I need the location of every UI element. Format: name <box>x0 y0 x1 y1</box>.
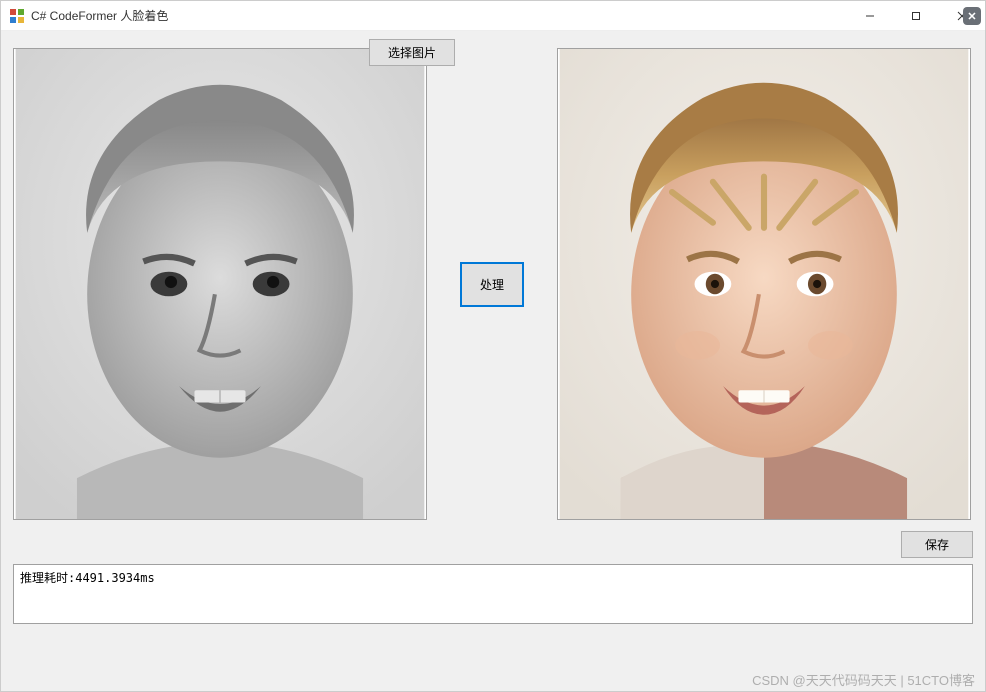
app-icon <box>9 8 25 24</box>
image-row: 处理 <box>13 45 973 523</box>
client-area: 选择图片 <box>1 31 985 691</box>
close-button[interactable]: ✕ <box>939 1 985 31</box>
log-line: 推理耗时:4491.3934ms <box>20 571 155 585</box>
app-window: C# CodeFormer 人脸着色 ✕ 选择图片 <box>0 0 986 692</box>
bottom-toolbar: 保存 <box>13 531 973 558</box>
input-image-box <box>13 48 427 520</box>
output-face-image <box>558 49 970 519</box>
output-image-box <box>557 48 971 520</box>
close-icon: ✕ <box>963 7 981 25</box>
window-title: C# CodeFormer 人脸着色 <box>31 7 847 24</box>
watermark-text: CSDN @天天代码码天天 | 51CTO博客 <box>752 670 975 689</box>
window-controls: ✕ <box>847 1 985 30</box>
log-textbox[interactable]: 推理耗时:4491.3934ms <box>13 564 973 624</box>
input-face-image <box>14 49 426 519</box>
maximize-button[interactable] <box>893 1 939 31</box>
save-button[interactable]: 保存 <box>901 531 973 558</box>
center-column: 处理 <box>447 262 537 307</box>
minimize-button[interactable] <box>847 1 893 31</box>
titlebar: C# CodeFormer 人脸着色 ✕ <box>1 1 985 31</box>
process-button[interactable]: 处理 <box>460 262 524 307</box>
select-image-button[interactable]: 选择图片 <box>369 39 455 66</box>
